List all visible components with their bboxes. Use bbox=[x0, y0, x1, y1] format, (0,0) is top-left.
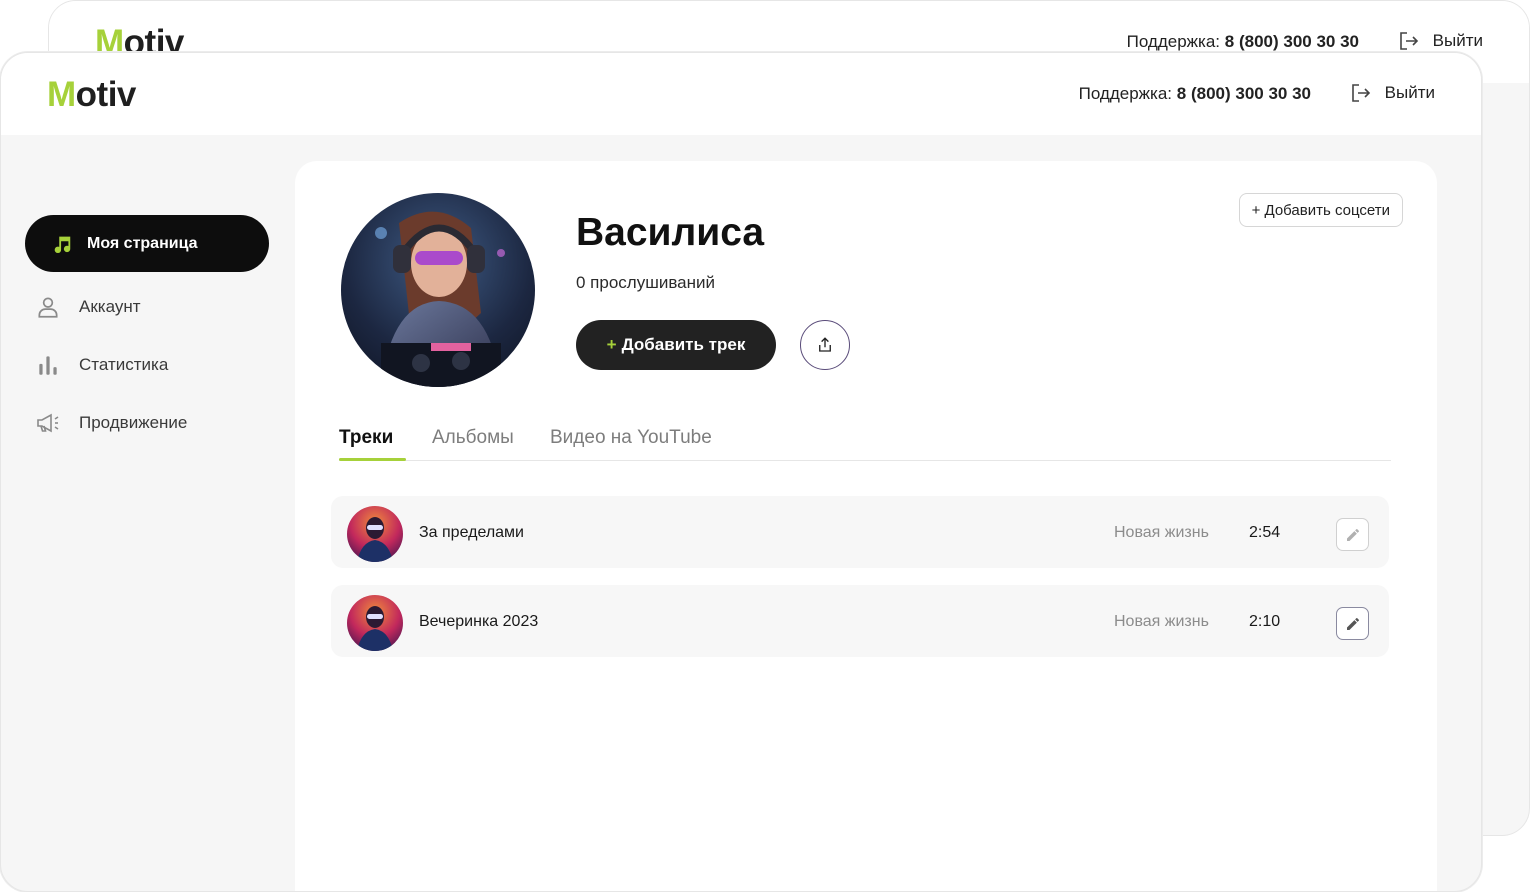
track-title: За пределами bbox=[419, 524, 524, 541]
profile-avatar[interactable] bbox=[341, 193, 535, 387]
support-phone: Поддержка: 8 (800) 300 30 30 bbox=[1078, 84, 1311, 103]
app-window: Motiv Поддержка: 8 (800) 300 30 30 Выйти… bbox=[0, 52, 1482, 892]
background-support: Поддержка: 8 (800) 300 30 30 bbox=[1126, 32, 1359, 51]
background-logout-button: Выйти bbox=[1397, 29, 1483, 53]
megaphone-icon bbox=[37, 413, 59, 433]
add-track-label: Добавить трек bbox=[621, 335, 746, 354]
sidebar-item-label: Статистика bbox=[79, 355, 169, 374]
sidebar-item-statistics[interactable]: Статистика bbox=[35, 352, 168, 378]
logout-label: Выйти bbox=[1384, 83, 1435, 102]
track-duration: 2:10 bbox=[1249, 613, 1281, 630]
track-row[interactable]: Вечеринка 2023 Новая жизнь 2:10 bbox=[331, 585, 1389, 657]
active-tab-indicator bbox=[339, 458, 406, 461]
logout-icon bbox=[1351, 84, 1370, 102]
sidebar-item-label: Продвижение bbox=[79, 413, 188, 432]
logout-icon bbox=[1399, 32, 1418, 50]
plays-count: 0 прослушиваний bbox=[576, 273, 716, 292]
sidebar-item-label: Аккаунт bbox=[79, 297, 141, 316]
track-album: Новая жизнь bbox=[1114, 524, 1209, 541]
bar-chart-icon bbox=[39, 356, 57, 375]
sidebar-item-account[interactable]: Аккаунт bbox=[35, 294, 141, 320]
logout-button[interactable]: Выйти bbox=[1349, 81, 1435, 105]
music-note-icon bbox=[54, 236, 71, 253]
track-duration: 2:54 bbox=[1249, 524, 1281, 541]
track-title: Вечеринка 2023 bbox=[419, 613, 539, 630]
plus-icon: + bbox=[606, 335, 617, 354]
add-social-button[interactable]: + Добавить соцсети bbox=[1238, 193, 1403, 227]
add-track-button[interactable]: + Добавить трек bbox=[576, 320, 776, 370]
logo[interactable]: Motiv bbox=[47, 75, 136, 115]
user-icon bbox=[38, 297, 58, 318]
track-cover bbox=[347, 595, 403, 651]
sidebar-item-label: Моя страница bbox=[87, 234, 198, 252]
track-cover bbox=[347, 506, 403, 562]
track-row[interactable]: За пределами Новая жизнь 2:54 bbox=[331, 496, 1389, 568]
share-button[interactable] bbox=[800, 320, 850, 370]
tabs: Треки Альбомы Видео на YouTube bbox=[339, 423, 1391, 461]
topbar: Motiv Поддержка: 8 (800) 300 30 30 Выйти bbox=[1, 53, 1481, 135]
track-album: Новая жизнь bbox=[1114, 613, 1209, 630]
sidebar: Моя страница Аккаунт Статистика Продвиже… bbox=[1, 135, 293, 891]
share-icon bbox=[819, 337, 831, 352]
sidebar-item-promotion[interactable]: Продвижение bbox=[35, 410, 187, 436]
pencil-icon bbox=[1346, 528, 1359, 541]
tab-albums[interactable]: Альбомы bbox=[432, 427, 514, 449]
pencil-icon bbox=[1346, 617, 1359, 630]
profile-name: Василиса bbox=[576, 211, 765, 254]
edit-track-button[interactable] bbox=[1336, 518, 1369, 551]
tab-youtube-videos[interactable]: Видео на YouTube bbox=[550, 427, 712, 449]
tab-tracks[interactable]: Треки bbox=[339, 427, 393, 449]
sidebar-item-my-page[interactable]: Моя страница bbox=[25, 215, 269, 272]
edit-track-button[interactable] bbox=[1336, 607, 1369, 640]
profile-panel: Василиса 0 прослушиваний + Добавить трек… bbox=[295, 161, 1437, 891]
